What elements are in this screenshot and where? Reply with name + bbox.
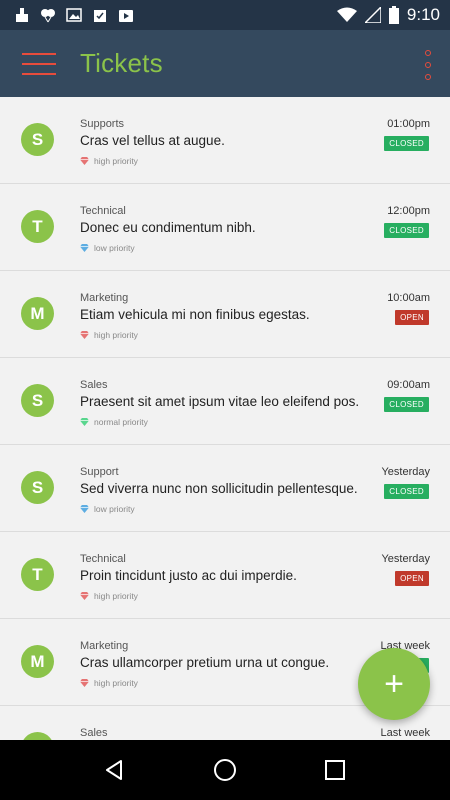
hamburger-menu-icon[interactable]: [18, 49, 60, 79]
priority-label: low priority: [94, 243, 135, 253]
back-icon[interactable]: [100, 755, 130, 785]
ticket-row[interactable]: S Support Sed viverra nunc non sollicitudi…: [0, 445, 450, 532]
status-badge: CLOSED: [384, 136, 429, 151]
page-title: Tickets: [80, 48, 163, 78]
diamond-icon: [80, 592, 89, 600]
ticket-priority: low priority: [80, 243, 135, 253]
diamond-icon: [80, 157, 89, 165]
diamond-icon: [80, 244, 89, 252]
avatar: T: [21, 210, 54, 243]
avatar: M: [21, 645, 54, 678]
priority-label: low priority: [94, 504, 135, 514]
ticket-category: Marketing: [80, 640, 129, 652]
ticket-category: Technical: [80, 553, 126, 565]
status-badge: OPEN: [395, 310, 429, 325]
ticket-subject: Etiam vehicula mi non finibus egestas.: [80, 307, 310, 322]
ticket-category: Sales: [80, 379, 108, 391]
diamond-icon: [80, 331, 89, 339]
ticket-priority: low priority: [80, 504, 135, 514]
balloons-icon: [41, 9, 55, 23]
ticket-time: 12:00pm: [387, 205, 430, 217]
add-ticket-button[interactable]: +: [358, 648, 430, 720]
status-badge: CLOSED: [384, 223, 429, 238]
system-status: 9:10: [336, 5, 440, 25]
avatar: T: [21, 558, 54, 591]
status-bar: 9:10: [0, 0, 450, 30]
ticket-subject: Sed viverra nunc non sollicitudin pellen…: [80, 481, 358, 496]
ticket-subject: Cras vel tellus at augue.: [80, 133, 225, 148]
ticket-subject: Praesent sit amet ipsum vitae leo eleife…: [80, 394, 360, 409]
recents-icon[interactable]: [320, 755, 350, 785]
ticket-time: 01:00pm: [387, 118, 430, 130]
ticket-category: Supports: [80, 118, 125, 130]
overflow-menu-icon[interactable]: [420, 50, 436, 80]
ticket-priority: high priority: [80, 591, 138, 601]
notification-icons: [14, 7, 134, 23]
ticket-row[interactable]: M Marketing Etiam vehicula mi non finibus …: [0, 271, 450, 358]
ticket-priority: normal priority: [80, 417, 148, 427]
ticket-row[interactable]: S Supports Cras vel tellus at augue. high p…: [0, 97, 450, 184]
ticket-list: S Supports Cras vel tellus at augue. high p…: [0, 97, 450, 740]
ticket-category: Sales: [80, 727, 108, 739]
priority-label: normal priority: [94, 417, 148, 427]
ticket-subject: Donec eu condimentum nibh.: [80, 220, 256, 235]
priority-label: high priority: [94, 591, 138, 601]
priority-label: high priority: [94, 156, 138, 166]
priority-label: high priority: [94, 678, 138, 688]
ticket-subject: Cras ullamcorper pretium urna ut congue.: [80, 655, 330, 670]
avatar: S: [21, 384, 54, 417]
priority-label: high priority: [94, 330, 138, 340]
ticket-category: Marketing: [80, 292, 129, 304]
ticket-subject: Proin tincidunt justo ac dui imperdie.: [80, 568, 297, 583]
ticket-priority: high priority: [80, 678, 138, 688]
diamond-icon: [80, 418, 89, 426]
clock: 9:10: [406, 5, 440, 24]
ticket-row[interactable]: T Technical Proin tincidunt justo ac dui i…: [0, 532, 450, 619]
ticket-category: Support: [80, 466, 119, 478]
ticket-priority: high priority: [80, 330, 138, 340]
status-badge: CLOSED: [384, 397, 429, 412]
ticket-time: 10:00am: [387, 292, 430, 304]
ticket-time: Last week: [380, 727, 430, 739]
avatar: S: [21, 471, 54, 504]
plus-icon: +: [384, 665, 404, 703]
ticket-priority: high priority: [80, 156, 138, 166]
app-bar: Tickets: [0, 30, 450, 97]
diamond-icon: [80, 679, 89, 687]
home-icon[interactable]: [210, 755, 240, 785]
clipboard-check-icon: [94, 10, 106, 22]
image-icon: [66, 8, 82, 22]
ticket-row[interactable]: T Technical Donec eu condimentum nibh. low …: [0, 184, 450, 271]
battery-icon: [388, 6, 399, 24]
play-store-icon: [119, 10, 133, 22]
avatar: S: [21, 732, 54, 740]
cleaner-icon: [16, 8, 28, 22]
signal-icon: [364, 7, 381, 23]
ticket-time: 09:00am: [387, 379, 430, 391]
status-badge: OPEN: [395, 571, 429, 586]
ticket-time: Yesterday: [381, 553, 430, 565]
ticket-category: Technical: [80, 205, 126, 217]
status-badge: CLOSED: [384, 484, 429, 499]
ticket-row[interactable]: S Sales Praesent sit amet ipsum vitae leo …: [0, 358, 450, 445]
wifi-icon: [336, 7, 357, 22]
avatar: M: [21, 297, 54, 330]
diamond-icon: [80, 505, 89, 513]
navigation-bar: [0, 740, 450, 800]
ticket-time: Yesterday: [381, 466, 430, 478]
avatar: S: [21, 123, 54, 156]
